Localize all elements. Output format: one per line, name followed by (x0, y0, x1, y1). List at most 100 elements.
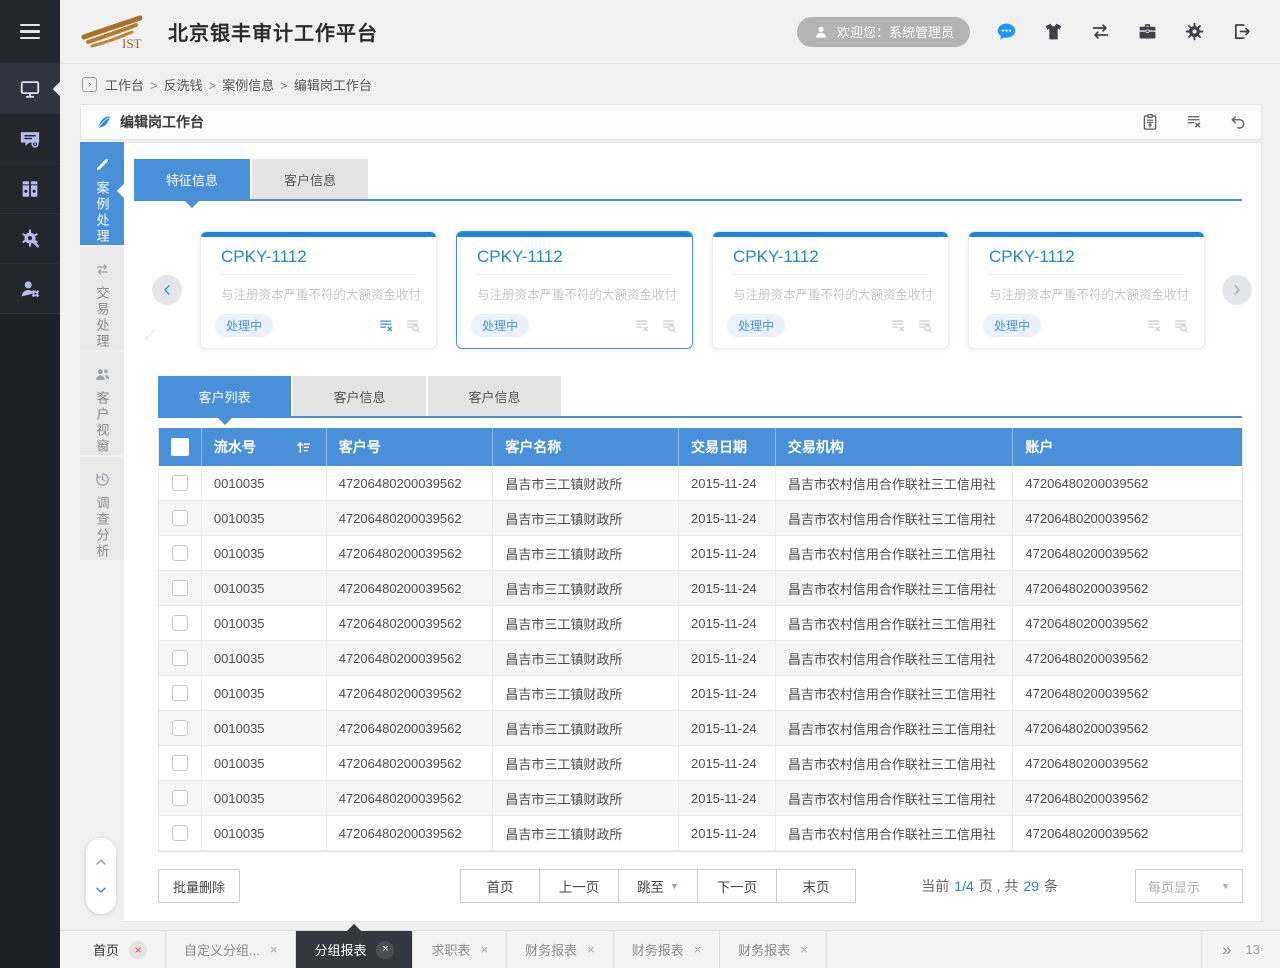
column-header[interactable]: 交易机构 (788, 437, 844, 457)
vertical-tab-0[interactable]: 案例处理 (80, 142, 124, 245)
open-tab-2[interactable]: 分组报表× (296, 931, 413, 968)
clipboard-icon[interactable] (1141, 113, 1159, 131)
table-row[interactable]: 001003547206480200039562昌吉市三工镇财政所2015-11… (159, 676, 1242, 711)
case-card-2[interactable]: CPKY-1112与注册资本严重不符的大额资金收付处理中 (712, 231, 949, 349)
tabs-overflow-icon[interactable]: » (1222, 940, 1231, 960)
case-description: 与注册资本严重不符的大额资金收付 (733, 284, 928, 303)
open-tab-6[interactable]: 财务报表× (720, 931, 827, 968)
doc-remove-icon[interactable] (1185, 113, 1203, 131)
doc-remove-icon[interactable] (1145, 317, 1163, 335)
page-button-首页[interactable]: 首页 (460, 869, 540, 903)
breadcrumb-item[interactable]: 案例信息 (222, 78, 274, 93)
row-checkbox[interactable] (172, 580, 188, 596)
case-card-3[interactable]: CPKY-1112与注册资本严重不符的大额资金收付处理中 (968, 231, 1205, 349)
vertical-tab-3[interactable]: 调查分析 (80, 457, 124, 560)
close-tab-icon[interactable]: × (800, 943, 808, 956)
briefcase-icon[interactable] (1137, 21, 1158, 42)
page-button-跳至[interactable]: 跳至▼ (618, 869, 698, 903)
scroll-up-icon[interactable] (93, 854, 109, 870)
carousel-prev-button[interactable] (152, 275, 182, 305)
open-tab-3[interactable]: 求职表× (413, 931, 507, 968)
doc-search-icon[interactable] (404, 317, 422, 335)
column-header[interactable]: 客户号 (339, 437, 381, 457)
logout-icon[interactable] (1231, 21, 1252, 42)
table-row[interactable]: 001003547206480200039562昌吉市三工镇财政所2015-11… (159, 641, 1242, 676)
row-checkbox[interactable] (172, 475, 188, 491)
tab-客户信息[interactable]: 客户信息 (293, 376, 426, 416)
sidebar-item-workbench[interactable] (0, 64, 60, 114)
vertical-tab-1[interactable]: 交易处理 (80, 247, 124, 350)
breadcrumb-item[interactable]: 工作台 (105, 78, 144, 93)
vertical-tab-2[interactable]: 客户视窗 (80, 352, 124, 455)
tab-客户信息[interactable]: 客户信息 (428, 376, 561, 416)
table-row[interactable]: 001003547206480200039562昌吉市三工镇财政所2015-11… (159, 571, 1242, 606)
main-panel: ✓ 特征信息客户信息 CPKY-1112与注册资本严重不符的大额资金收付处理中C… (124, 142, 1262, 922)
doc-remove-icon[interactable] (889, 317, 907, 335)
theme-icon[interactable] (1043, 21, 1064, 42)
open-tab-0[interactable]: 首页× (75, 931, 166, 968)
doc-remove-icon[interactable] (377, 317, 395, 335)
sidebar-item-system-settings[interactable] (0, 214, 60, 264)
row-checkbox[interactable] (172, 510, 188, 526)
scroll-down-icon[interactable] (93, 882, 109, 898)
page-button-上一页[interactable]: 上一页 (539, 869, 619, 903)
table-row[interactable]: 001003547206480200039562昌吉市三工镇财政所2015-11… (159, 746, 1242, 781)
batch-delete-button[interactable]: 批量删除 (158, 869, 240, 903)
tab-客户信息[interactable]: 客户信息 (252, 159, 368, 199)
sidebar-item-user-management[interactable] (0, 264, 60, 314)
sidebar-item-messages[interactable] (0, 114, 60, 164)
doc-search-icon[interactable] (660, 317, 678, 335)
transfer-icon[interactable] (1090, 21, 1111, 42)
row-checkbox[interactable] (172, 790, 188, 806)
message-icon[interactable] (996, 21, 1017, 42)
cell: 47206480200039562 (1012, 571, 1242, 605)
per-page-select[interactable]: 每页显示 ▼ (1135, 869, 1243, 903)
open-tab-5[interactable]: 财务报表× (614, 931, 721, 968)
close-tab-icon[interactable]: × (480, 943, 488, 956)
table-row[interactable]: 001003547206480200039562昌吉市三工镇财政所2015-11… (159, 501, 1242, 536)
table-row[interactable]: 001003547206480200039562昌吉市三工镇财政所2015-11… (159, 466, 1242, 501)
breadcrumb-toggle-icon[interactable]: › (82, 77, 97, 92)
page-button-末页[interactable]: 末页 (776, 869, 856, 903)
page-button-下一页[interactable]: 下一页 (697, 869, 777, 903)
sidebar-item-archives[interactable] (0, 164, 60, 214)
table-row[interactable]: 001003547206480200039562昌吉市三工镇财政所2015-11… (159, 536, 1242, 571)
case-card-0[interactable]: CPKY-1112与注册资本严重不符的大额资金收付处理中 (200, 231, 437, 349)
cell: 昌吉市三工镇财政所 (492, 816, 678, 850)
undo-icon[interactable] (1229, 113, 1247, 131)
row-checkbox[interactable] (172, 685, 188, 701)
breadcrumb-item[interactable]: 编辑岗工作台 (294, 78, 372, 93)
close-tab-icon[interactable]: × (376, 941, 394, 959)
row-checkbox[interactable] (172, 545, 188, 561)
column-header[interactable]: 交易日期 (691, 437, 747, 457)
table-row[interactable]: 001003547206480200039562昌吉市三工镇财政所2015-11… (159, 816, 1242, 851)
row-checkbox[interactable] (172, 650, 188, 666)
row-checkbox[interactable] (172, 720, 188, 736)
doc-remove-icon[interactable] (633, 317, 651, 335)
app-header: IST 北京银丰审计工作平台 欢迎您：系统管理员 (60, 0, 1280, 64)
doc-search-icon[interactable] (916, 317, 934, 335)
table-row[interactable]: 001003547206480200039562昌吉市三工镇财政所2015-11… (159, 711, 1242, 746)
close-tab-icon[interactable]: × (694, 943, 702, 956)
case-card-1[interactable]: CPKY-1112与注册资本严重不符的大额资金收付处理中 (456, 231, 693, 349)
open-tab-4[interactable]: 财务报表× (507, 931, 614, 968)
hamburger-menu-icon[interactable] (0, 0, 60, 64)
table-row[interactable]: 001003547206480200039562昌吉市三工镇财政所2015-11… (159, 606, 1242, 641)
settings-icon[interactable] (1184, 21, 1205, 42)
row-checkbox[interactable] (172, 755, 188, 771)
close-tab-icon[interactable]: × (587, 943, 595, 956)
column-header[interactable]: 流水号 (214, 437, 256, 457)
row-checkbox[interactable] (172, 825, 188, 841)
column-header[interactable]: 客户名称 (505, 437, 561, 457)
close-tab-icon[interactable]: × (129, 941, 147, 959)
user-welcome-pill[interactable]: 欢迎您：系统管理员 (797, 17, 970, 47)
column-header[interactable]: 账户 (1025, 437, 1053, 457)
table-row[interactable]: 001003547206480200039562昌吉市三工镇财政所2015-11… (159, 781, 1242, 816)
row-checkbox[interactable] (172, 615, 188, 631)
close-tab-icon[interactable]: × (270, 943, 278, 956)
select-all-checkbox[interactable] (171, 438, 189, 456)
open-tab-1[interactable]: 自定义分组...× (166, 931, 296, 968)
breadcrumb-item[interactable]: 反洗钱 (164, 78, 203, 93)
doc-search-icon[interactable] (1172, 317, 1190, 335)
carousel-next-button[interactable] (1222, 275, 1252, 305)
